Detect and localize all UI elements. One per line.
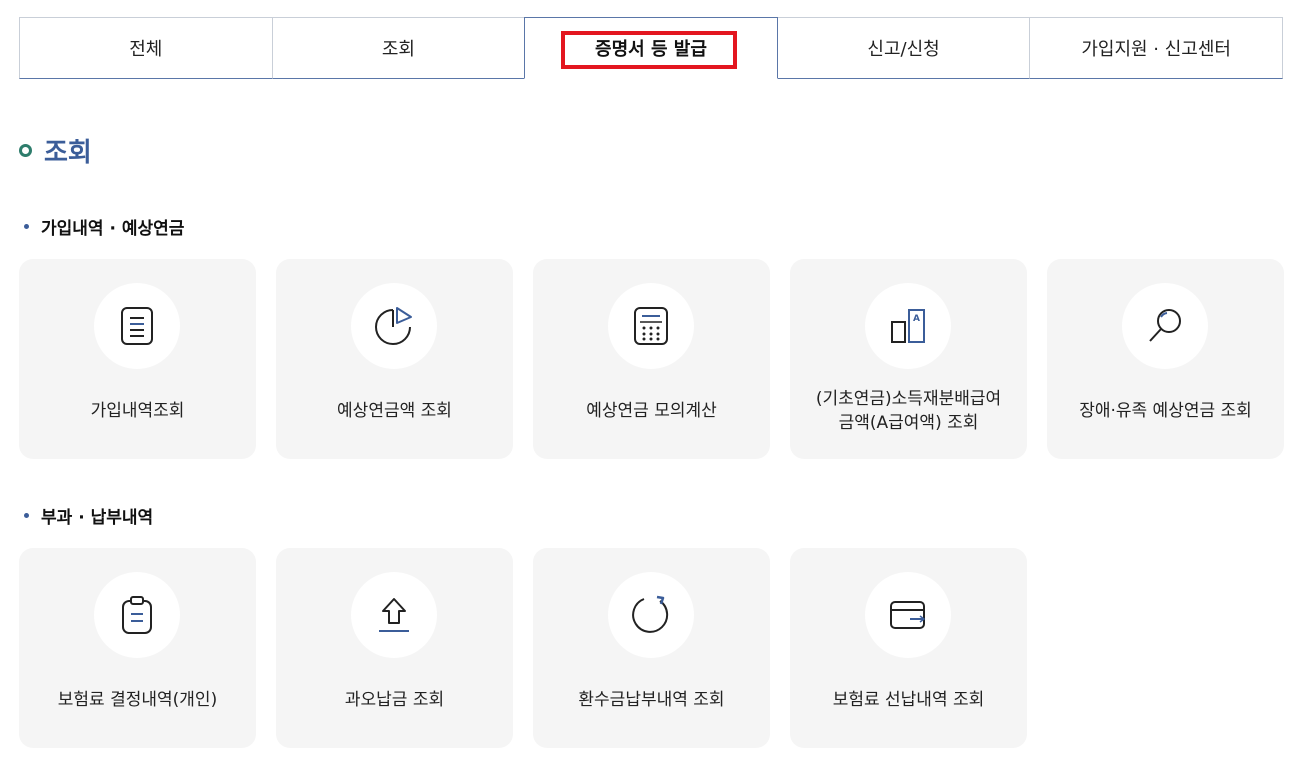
group-title: 가입내역 · 예상연금: [41, 219, 185, 239]
card-label: 보험료 선납내역 조회: [832, 690, 985, 710]
icon-circle: [351, 572, 437, 658]
icon-circle: [94, 572, 180, 658]
group-title: 부과 · 납부내역: [41, 508, 154, 528]
icon-circle: [94, 283, 180, 369]
card-row-charges-payments: 보험료 결정내역(개인) 과오납금 조회 환수금납부내역 조회 보험료 선납내역…: [19, 548, 1027, 748]
card-label: 예상연금 모의계산: [586, 401, 717, 421]
a-letter: A: [913, 314, 920, 324]
tab-report-application[interactable]: 신고/신청: [777, 17, 1030, 79]
card-label: (기초연금)소득재분배급여 금액(A급여액) 조회: [815, 389, 1002, 433]
card-label: 가입내역조회: [90, 401, 185, 421]
wallet-icon: [890, 601, 926, 629]
card-prepayment-history[interactable]: 보험료 선납내역 조회: [790, 548, 1027, 748]
tab-bar: 전체 조회 증명서 등 발급 신고/신청 가입지원 · 신고센터: [19, 17, 1283, 79]
card-label: 장애·유족 예상연금 조회: [1079, 401, 1252, 421]
card-label: 환수금납부내역 조회: [578, 690, 725, 710]
clipboard-icon: [122, 596, 152, 634]
tab-all[interactable]: 전체: [19, 17, 272, 79]
card-label: 보험료 결정내역(개인): [57, 690, 218, 710]
group-header-enrollment: 가입내역 · 예상연금: [24, 214, 184, 239]
card-pension-simulation[interactable]: 예상연금 모의계산: [533, 259, 770, 459]
icon-circle: A: [865, 283, 951, 369]
card-label: 과오납금 조회: [344, 690, 445, 710]
tab-label: 조회: [381, 39, 415, 60]
tab-label: 가입지원 · 신고센터: [1081, 39, 1231, 60]
card-overpayment-inquiry[interactable]: 과오납금 조회: [276, 548, 513, 748]
card-expected-pension[interactable]: 예상연금액 조회: [276, 259, 513, 459]
card-a-value-inquiry[interactable]: A (기초연금)소득재분배급여 금액(A급여액) 조회: [790, 259, 1027, 459]
icon-circle: [1122, 283, 1208, 369]
tab-label: 전체: [129, 39, 163, 60]
refresh-circle-icon: [632, 595, 669, 633]
tab-inquiry[interactable]: 조회: [271, 17, 525, 79]
icon-circle: [608, 283, 694, 369]
section-title: 조회: [19, 132, 92, 169]
bullet-dot-icon: [24, 513, 29, 518]
card-enrollment-history[interactable]: 가입내역조회: [19, 259, 256, 459]
tab-label: 신고/신청: [867, 39, 940, 60]
card-refund-payment-history[interactable]: 환수금납부내역 조회: [533, 548, 770, 748]
document-list-icon: [121, 307, 153, 345]
ring-bullet-icon: [19, 144, 32, 157]
pie-chart-icon: [375, 307, 412, 345]
tab-label: 증명서 등 발급: [595, 39, 707, 60]
card-premium-decision[interactable]: 보험료 결정내역(개인): [19, 548, 256, 748]
tab-certificate-issuance[interactable]: 증명서 등 발급: [524, 17, 778, 79]
card-row-enrollment: 가입내역조회 예상연금액 조회 예상연금 모의계산 A (기초연금)소득재분배급…: [19, 259, 1284, 459]
icon-circle: [351, 283, 437, 369]
bullet-dot-icon: [24, 224, 29, 229]
card-label: 예상연금액 조회: [337, 401, 452, 421]
group-header-charges-payments: 부과 · 납부내역: [24, 503, 153, 528]
tab-enrollment-support[interactable]: 가입지원 · 신고센터: [1029, 17, 1283, 79]
section-title-text: 조회: [44, 138, 92, 168]
card-disability-survivor-pension[interactable]: 장애·유족 예상연금 조회: [1047, 259, 1284, 459]
upload-arrow-icon: [379, 598, 409, 632]
icon-circle: [865, 572, 951, 658]
calculator-icon: [634, 307, 668, 345]
a-value-chart-icon: A: [891, 309, 925, 343]
icon-circle: [608, 572, 694, 658]
magnifier-icon: [1149, 309, 1181, 342]
